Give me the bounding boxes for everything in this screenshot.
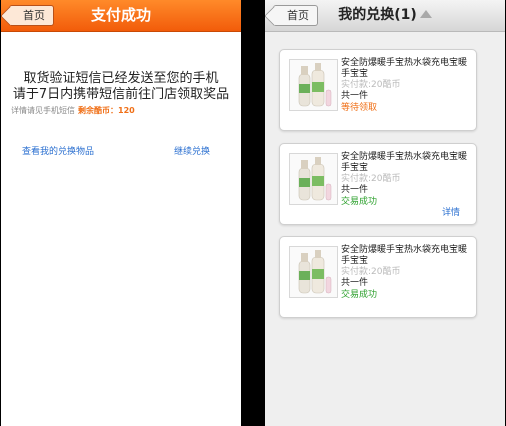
order-info: 安全防爆暖手宝热水袋充电宝暖手宝宝 实付款:20酷币 共一件交易成功 xyxy=(341,245,471,301)
header-bar: 支付成功 首页 xyxy=(1,0,241,32)
message-line-2: 请于7日内携带短信前往门店领取奖品 xyxy=(12,87,230,102)
product-thumbnail[interactable] xyxy=(289,246,338,298)
product-thumbnail[interactable] xyxy=(289,153,338,205)
order-card[interactable]: 安全防爆暖手宝热水袋充电宝暖手宝宝 实付款:20酷币 共一件 交易成功 详情 xyxy=(279,143,477,225)
product-name[interactable]: 安全防爆暖手宝热水袋充电宝暖手宝宝 xyxy=(341,245,471,267)
home-back-button[interactable]: 首页 xyxy=(273,5,318,26)
product-thumbnail[interactable] xyxy=(289,59,338,111)
product-name[interactable]: 安全防爆暖手宝热水袋充电宝暖手宝宝 xyxy=(341,152,471,174)
product-name[interactable]: 安全防爆暖手宝热水袋充电宝暖手宝宝 xyxy=(341,58,471,80)
quantity: 共一件 xyxy=(341,185,369,195)
order-detail-link[interactable]: 详情 xyxy=(442,205,460,218)
quantity: 共一件 xyxy=(341,278,369,288)
view-redemptions-link[interactable]: 查看我的兑换物品 xyxy=(22,144,94,157)
order-info: 安全防爆暖手宝热水袋充电宝暖手宝宝 实付款:20酷币 共一件等待领取 xyxy=(341,58,471,114)
message-line-1: 取货验证短信已经发送至您的手机 xyxy=(23,71,219,86)
detail-note: 详情请见手机短信 剩余酷币：120 xyxy=(11,105,135,116)
order-card[interactable]: 安全防爆暖手宝热水袋充电宝暖手宝宝 实付款:20酷币 共一件交易成功 xyxy=(279,236,477,318)
remaining-coins: 剩余酷币：120 xyxy=(78,106,135,115)
detail-text: 详情请见手机短信 xyxy=(11,106,75,115)
paid-amount: 实付款:20酷币 xyxy=(341,174,401,184)
order-card[interactable]: 安全防爆暖手宝热水袋充电宝暖手宝宝 实付款:20酷币 共一件等待领取 xyxy=(279,49,477,131)
my-redemptions-screen: 我的兑换(1) 首页 安全防爆暖手宝热水袋充电宝暖手宝宝 实付款:20酷币 共一件等… xyxy=(265,0,505,426)
page-title: 我的兑换(1) xyxy=(338,7,417,23)
remaining-label: 剩余酷币： xyxy=(78,106,118,115)
continue-redeem-link[interactable]: 继续兑换 xyxy=(174,144,210,157)
order-status: 交易成功 xyxy=(341,290,378,300)
order-info: 安全防爆暖手宝热水袋充电宝暖手宝宝 实付款:20酷币 共一件 交易成功 xyxy=(341,152,471,208)
quantity: 共一件 xyxy=(341,91,369,101)
order-status: 等待领取 xyxy=(341,103,378,113)
header-bar: 我的兑换(1) 首页 xyxy=(265,0,505,32)
paid-amount: 实付款:20酷币 xyxy=(341,267,401,277)
payment-success-screen: 支付成功 首页 取货验证短信已经发送至您的手机 请于7日内携带短信前往门店领取奖… xyxy=(1,0,241,426)
triangle-up-icon[interactable] xyxy=(419,10,432,18)
sms-sent-message: 取货验证短信已经发送至您的手机 请于7日内携带短信前往门店领取奖品 xyxy=(1,71,241,103)
remaining-value: 120 xyxy=(118,106,135,115)
home-back-button[interactable]: 首页 xyxy=(9,5,54,26)
paid-amount: 实付款:20酷币 xyxy=(341,80,401,90)
